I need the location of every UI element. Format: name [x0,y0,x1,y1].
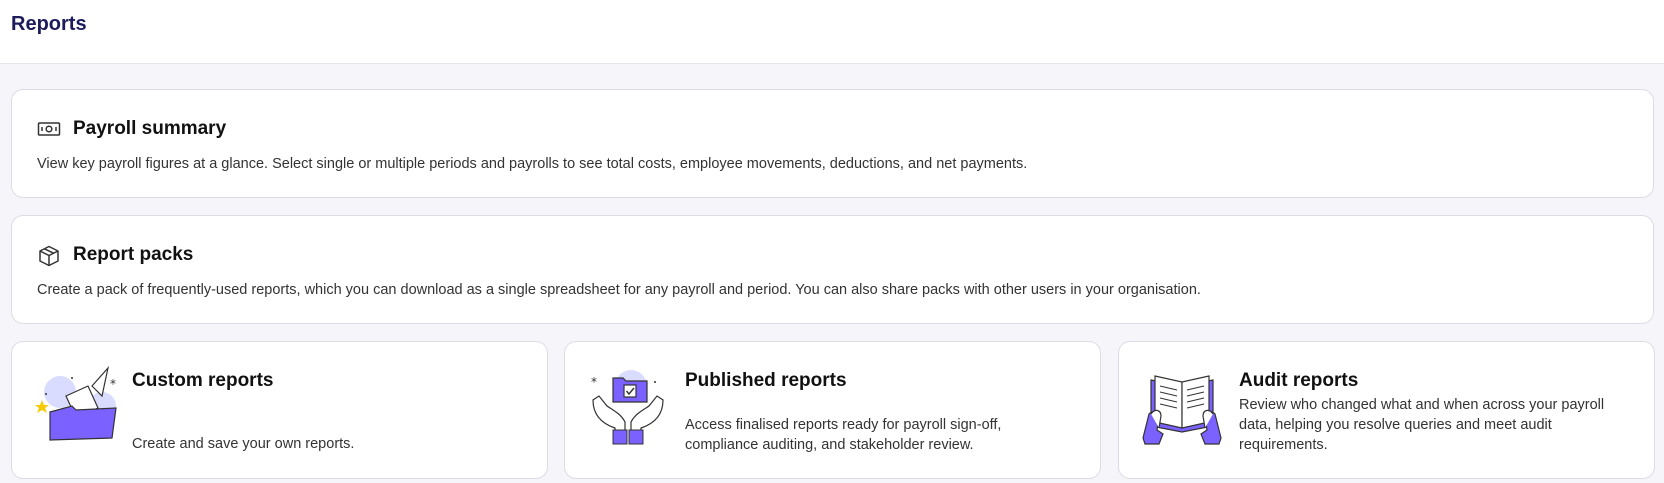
published-reports-description: Access finalised reports ready for payro… [685,417,1002,453]
report-packs-description: Create a pack of frequently-used reports… [37,282,1201,298]
published-reports-title: Published reports [685,370,847,391]
published-reports-card[interactable]: * Published reports Access finalised rep… [564,341,1101,479]
custom-reports-title: Custom reports [132,370,274,391]
report-packs-card[interactable]: Report packs Create a pack of frequently… [11,215,1654,324]
payroll-summary-description: View key payroll figures at a glance. Se… [37,156,1028,172]
package-icon [37,245,61,267]
report-packs-title: Report packs [73,244,194,265]
svg-text:*: * [110,377,116,391]
svg-text:*: * [591,375,597,389]
hands-book-illustration [1139,362,1225,448]
custom-reports-description: Create and save your own reports. [132,436,355,452]
page-header: Reports [0,0,1664,64]
folder-documents-illustration: * [32,362,118,448]
payroll-summary-card[interactable]: Payroll summary View key payroll figures… [11,89,1654,198]
custom-reports-card[interactable]: * Custom reports Create and save your ow… [11,341,548,479]
page-title: Reports [11,13,87,35]
hands-folder-illustration: * [585,362,671,448]
audit-reports-card[interactable]: Audit reports Review who changed what an… [1118,341,1655,479]
audit-reports-title: Audit reports [1239,370,1359,391]
audit-reports-description: Review who changed what and when across … [1239,397,1605,453]
payroll-summary-title: Payroll summary [73,118,227,139]
banknote-icon [37,119,61,139]
